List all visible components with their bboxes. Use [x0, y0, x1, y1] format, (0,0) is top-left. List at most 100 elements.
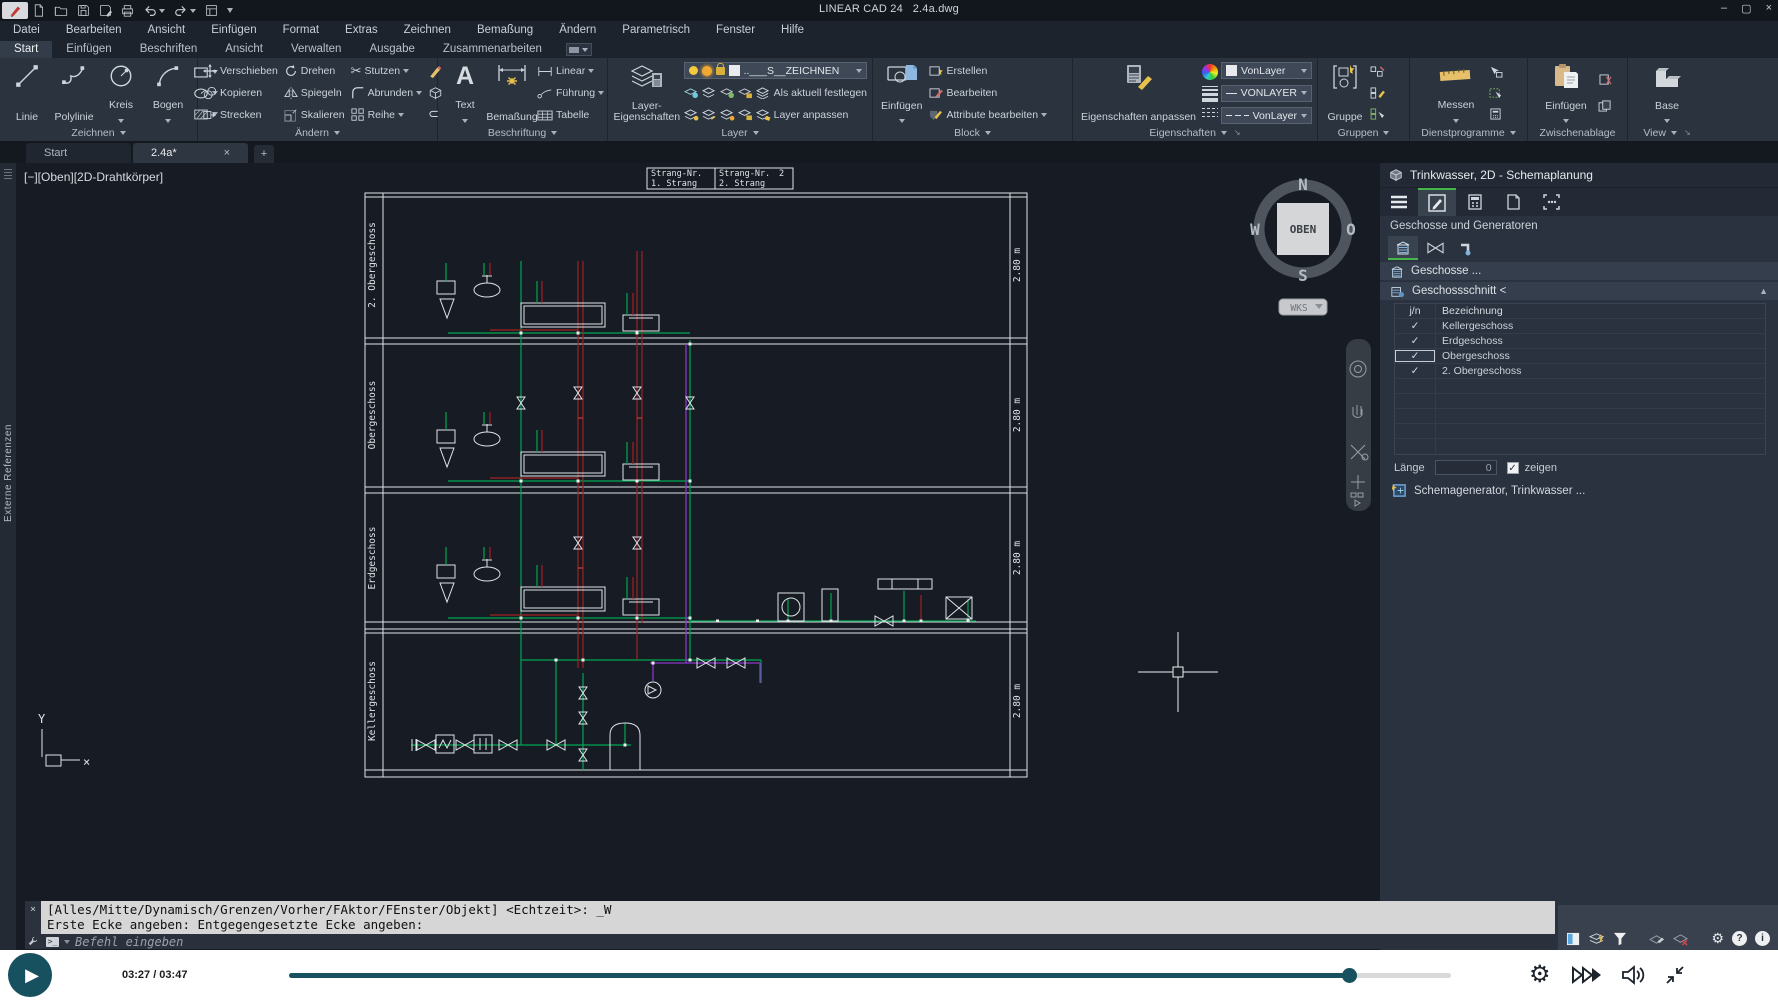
- menu-einfuegen[interactable]: Einfügen: [198, 23, 269, 37]
- strecken-button[interactable]: Strecken: [203, 106, 278, 124]
- base-button[interactable]: Base: [1645, 61, 1689, 125]
- stutzen-button[interactable]: ✂Stutzen: [351, 62, 423, 80]
- polylinie-button[interactable]: Polylinie: [52, 61, 96, 125]
- verschieben-button[interactable]: Verschieben: [203, 62, 278, 80]
- ribbon-tab-ansicht[interactable]: Ansicht: [211, 41, 277, 58]
- layout-icon[interactable]: [205, 4, 218, 17]
- settings-gear-icon[interactable]: ⚙: [1711, 931, 1724, 946]
- table-row-2-obergeschoss[interactable]: ✓ 2. Obergeschoss: [1395, 364, 1765, 379]
- skalieren-button[interactable]: Skalieren: [284, 106, 345, 124]
- bogen-button[interactable]: Bogen: [146, 61, 190, 125]
- drawing-canvas[interactable]: [−][Oben][2D-Drahtkörper]: [16, 163, 1380, 950]
- play-button[interactable]: ▶: [8, 953, 52, 997]
- menu-zeichnen[interactable]: Zeichnen: [391, 23, 464, 37]
- panel-label-view[interactable]: View↘: [1628, 126, 1706, 141]
- menu-parametrisch[interactable]: Parametrisch: [609, 23, 703, 37]
- layer-select-combo[interactable]: ..___S__ZEICHNEN: [684, 62, 867, 79]
- minimize-button[interactable]: –: [1721, 2, 1727, 15]
- volume-icon[interactable]: [1621, 965, 1645, 985]
- viewport-label[interactable]: [−][Oben][2D-Drahtkörper]: [24, 170, 163, 184]
- color-combo[interactable]: VonLayer: [1221, 62, 1312, 79]
- geschosse-item[interactable]: Geschosse ...: [1380, 262, 1778, 280]
- open-file-icon[interactable]: [54, 4, 68, 17]
- panel-select-tab[interactable]: [1532, 188, 1570, 216]
- ribbon-tab-verwalten[interactable]: Verwalten: [277, 41, 356, 58]
- check-icon[interactable]: ✓: [1395, 335, 1435, 347]
- attribute-bearbeiten-button[interactable]: Attribute bearbeiten: [928, 106, 1047, 124]
- messen-button[interactable]: Messen: [1434, 61, 1478, 125]
- check-icon[interactable]: ✓: [1395, 320, 1435, 332]
- panel-doc-tab[interactable]: [1494, 188, 1532, 216]
- rohr-subtab[interactable]: [1452, 236, 1482, 260]
- compass-west[interactable]: W: [1250, 220, 1260, 239]
- panel-label-dienstprogramme[interactable]: Dienstprogramme: [1410, 126, 1527, 141]
- group-select-icon-button[interactable]: [1370, 105, 1385, 123]
- playback-speed-icon[interactable]: [1571, 965, 1601, 985]
- schemagenerator-item[interactable]: Schemagenerator, Trinkwasser ...: [1392, 483, 1766, 498]
- ribbon-tab-einfuegen[interactable]: Einfügen: [52, 41, 125, 58]
- panel-label-zwischenablage[interactable]: Zwischenablage: [1528, 126, 1627, 141]
- command-history[interactable]: [Alles/Mitte/Dynamisch/Grenzen/Vorher/FA…: [41, 901, 1555, 934]
- zeigen-checkbox[interactable]: ✓: [1507, 462, 1519, 474]
- table-row-kellergeschoss[interactable]: ✓ Kellergeschoss: [1395, 319, 1765, 334]
- quick-select-icon-button[interactable]: [1488, 63, 1503, 81]
- block-erstellen-button[interactable]: Erstellen: [928, 62, 1047, 80]
- abrunden-button[interactable]: Abrunden: [351, 84, 423, 102]
- kreis-button[interactable]: Kreis: [99, 61, 143, 125]
- doc-tab-24a[interactable]: 2.4a*×: [133, 143, 248, 163]
- panel-edit-tab[interactable]: [1418, 188, 1456, 216]
- table-row-erdgeschoss[interactable]: ✓ Erdgeschoss: [1395, 334, 1765, 349]
- columns-icon[interactable]: [1566, 932, 1581, 946]
- menu-datei[interactable]: Datei: [0, 23, 53, 37]
- layer-eigenschaften-button[interactable]: Layer-Eigenschaften: [613, 61, 681, 125]
- wks-dropdown[interactable]: WKS: [1279, 299, 1327, 315]
- externe-referenzen-palette-tab[interactable]: Externe Referenzen: [0, 163, 16, 950]
- panel-label-beschriftung[interactable]: Beschriftung: [438, 126, 607, 141]
- panel-label-zeichnen[interactable]: Zeichnen: [0, 126, 197, 141]
- menu-aendern[interactable]: Ändern: [546, 23, 609, 37]
- boundary-icon-button[interactable]: [1488, 84, 1503, 102]
- menu-fenster[interactable]: Fenster: [703, 23, 768, 37]
- block-bearbeiten-button[interactable]: Bearbeiten: [928, 84, 1047, 102]
- save-as-icon[interactable]: [99, 4, 112, 17]
- table-row-empty[interactable]: [1395, 394, 1765, 409]
- info-icon[interactable]: i: [1755, 931, 1770, 946]
- ribbon-tab-start[interactable]: Start: [0, 41, 52, 58]
- reihe-button[interactable]: Reihe: [351, 106, 423, 124]
- cut-icon-button[interactable]: [1598, 71, 1613, 89]
- undo-button[interactable]: [143, 4, 165, 17]
- table-row-empty[interactable]: [1395, 439, 1765, 454]
- panel-calc-tab[interactable]: [1456, 188, 1494, 216]
- paste-button[interactable]: Einfügen: [1542, 61, 1589, 125]
- geschossschnitt-item[interactable]: Geschossschnitt < ▲: [1380, 282, 1778, 300]
- ribbon-tab-ausgabe[interactable]: Ausgabe: [355, 41, 428, 58]
- check-icon[interactable]: ✓: [1395, 365, 1435, 377]
- layer-delete-icon[interactable]: [1673, 933, 1689, 946]
- ribbon-tab-zusammenarbeiten[interactable]: Zusammenarbeiten: [429, 41, 556, 58]
- redo-button[interactable]: [174, 4, 196, 17]
- table-row-empty[interactable]: [1395, 409, 1765, 424]
- table-row-empty[interactable]: [1395, 379, 1765, 394]
- panel-label-block[interactable]: Block: [873, 126, 1072, 141]
- group-edit-icon-button[interactable]: [1370, 84, 1385, 102]
- maximize-button[interactable]: ▢: [1741, 2, 1751, 15]
- view-compass[interactable]: N W O S OBEN WKS: [1250, 175, 1356, 315]
- navigation-bar[interactable]: [1346, 339, 1371, 511]
- copy-clip-icon-button[interactable]: [1598, 97, 1613, 115]
- lineweight-combo[interactable]: VONLAYER: [1221, 85, 1312, 102]
- menu-bemassung[interactable]: Bemaßung: [464, 23, 546, 37]
- armaturen-subtab[interactable]: [1420, 236, 1450, 260]
- command-input[interactable]: >_ Befehl eingeben: [41, 934, 1555, 949]
- table-row-empty[interactable]: [1395, 424, 1765, 439]
- layers-flash-icon[interactable]: [1589, 932, 1605, 946]
- kopieren-button[interactable]: Kopieren: [203, 84, 278, 102]
- calculator-icon-button[interactable]: [1488, 105, 1503, 123]
- panel-label-layer[interactable]: Layer: [608, 126, 872, 141]
- laenge-input[interactable]: [1435, 460, 1497, 475]
- menu-format[interactable]: Format: [270, 23, 332, 37]
- bemassung-button[interactable]: Bemaßung: [490, 61, 534, 125]
- tab-close-icon[interactable]: ×: [224, 147, 230, 159]
- text-button[interactable]: A Text: [443, 61, 487, 125]
- layer-wipe-icon[interactable]: [1649, 933, 1665, 946]
- command-close-icon[interactable]: ×: [30, 904, 36, 915]
